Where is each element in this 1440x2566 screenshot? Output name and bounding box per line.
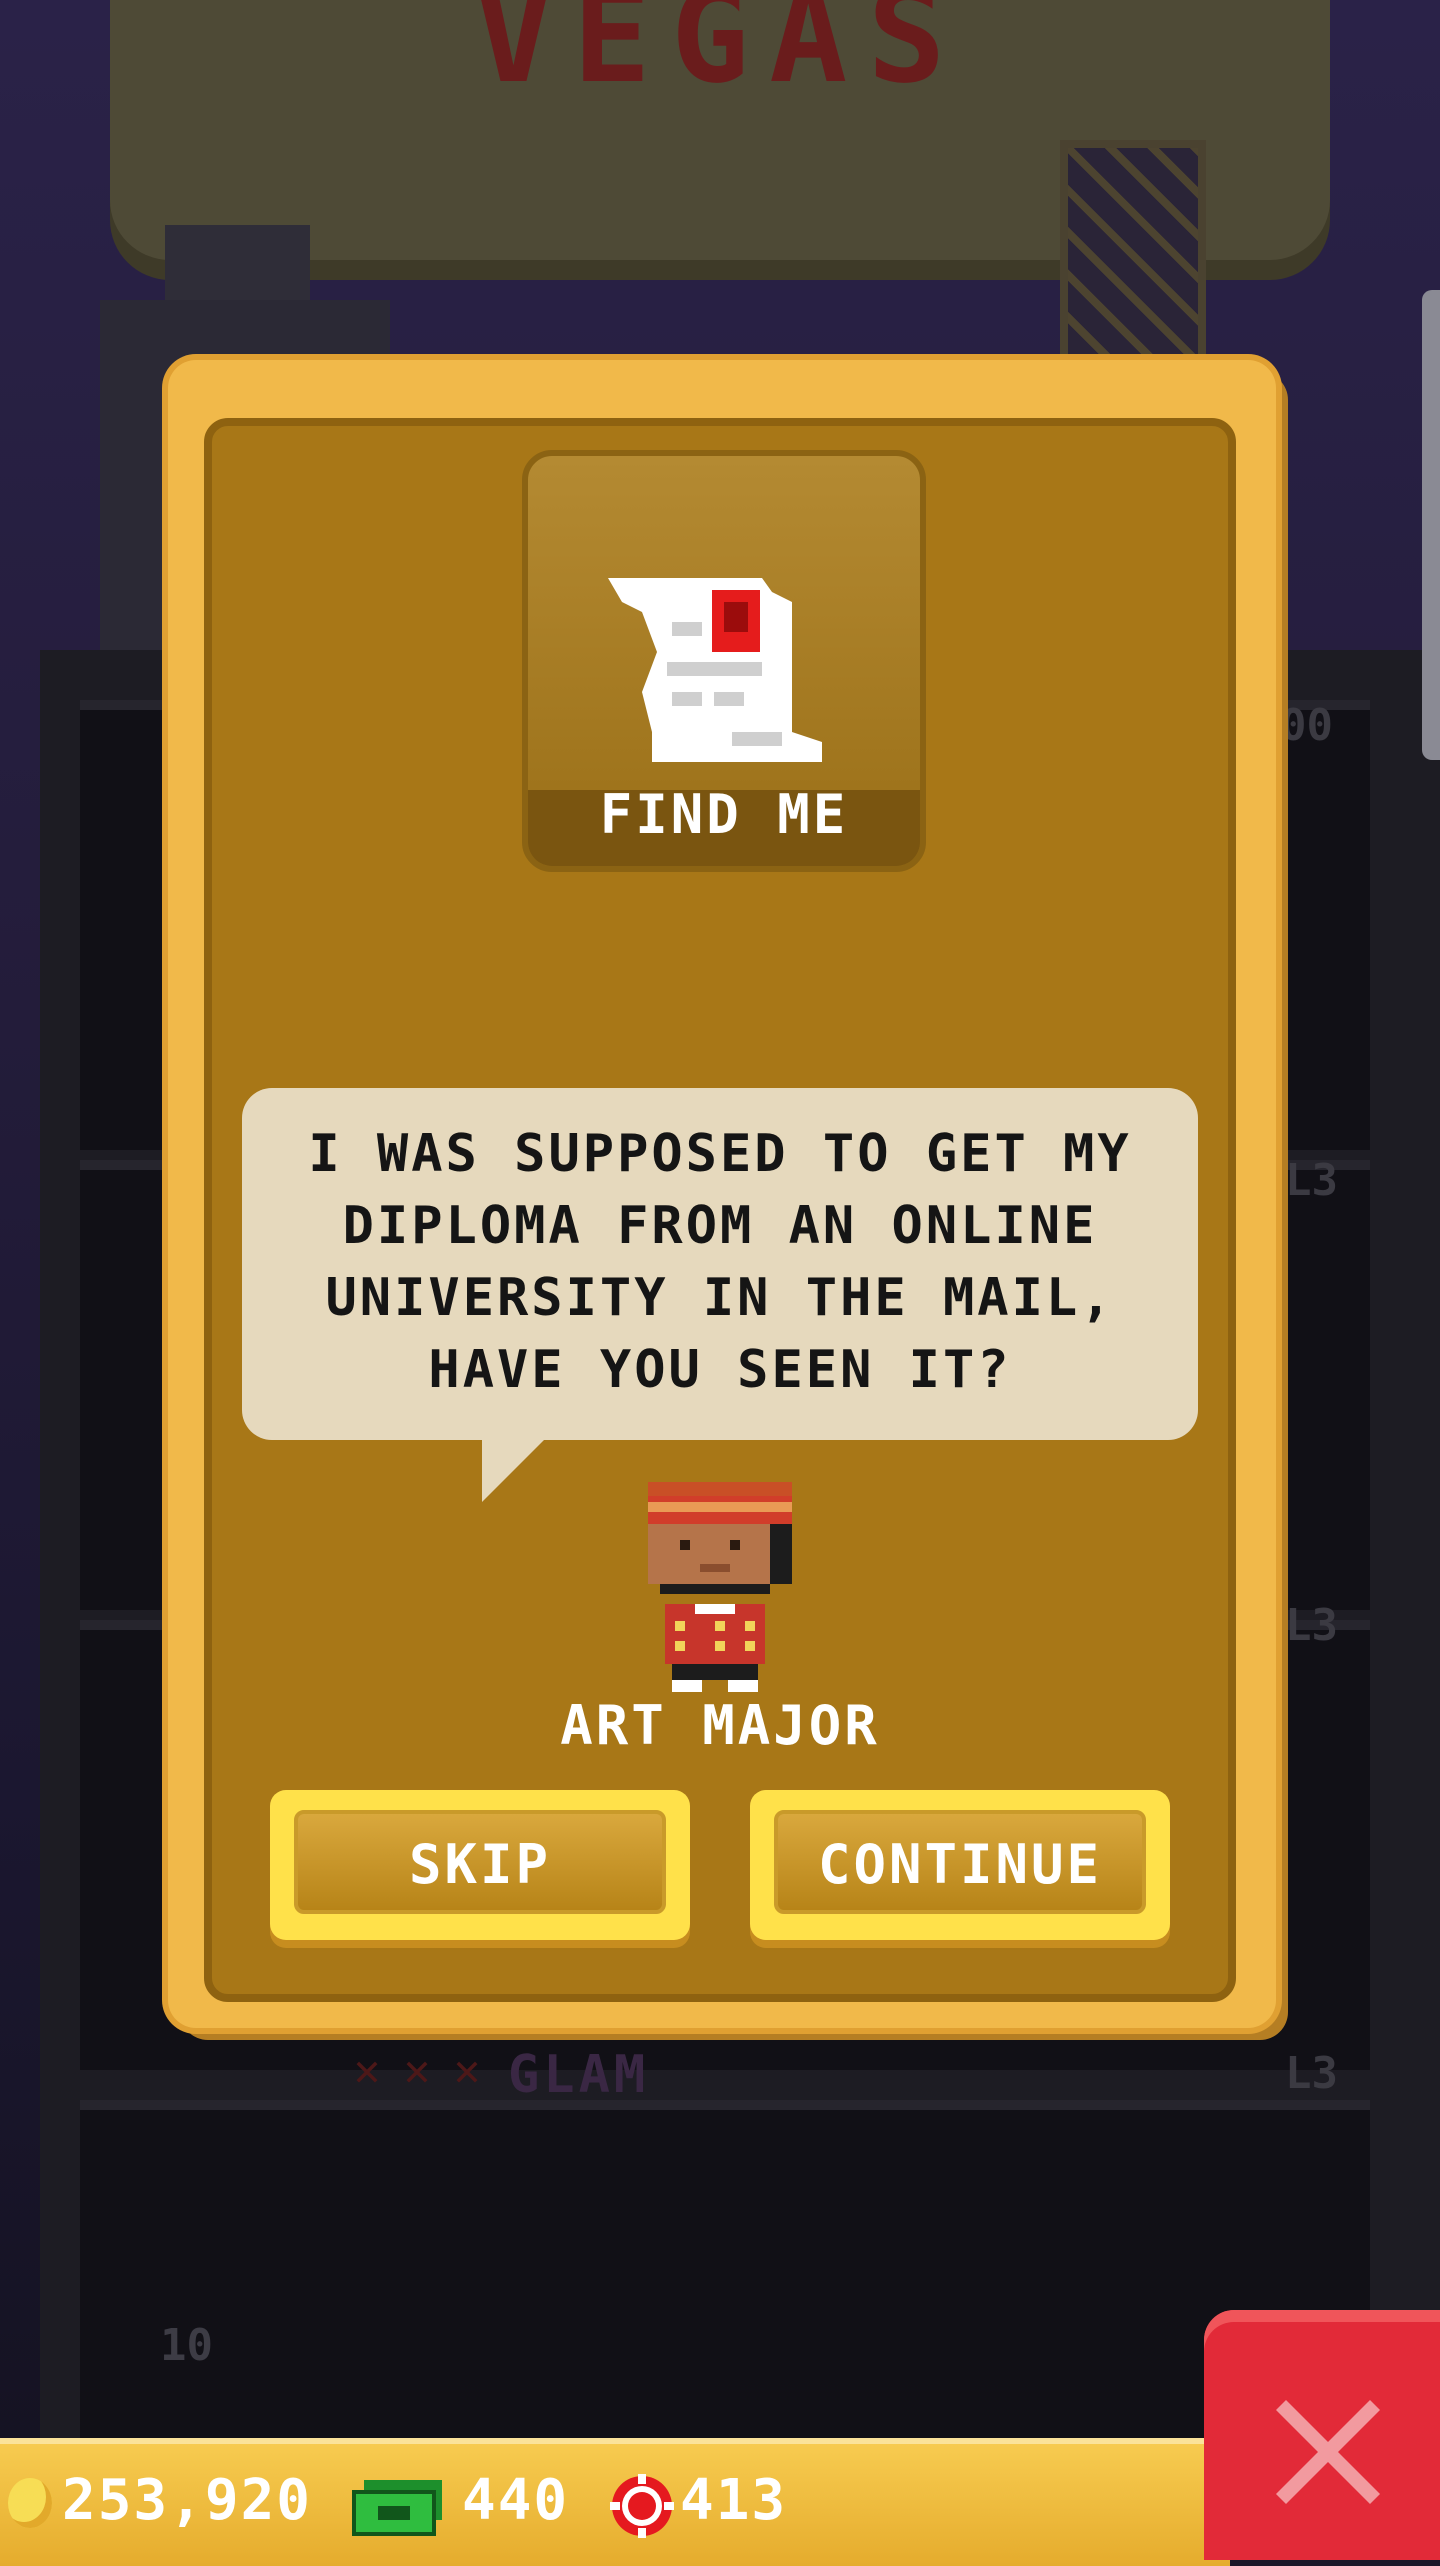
floor-x-mark: ✕ [353,2045,381,2096]
casino-chip-icon [610,2474,674,2538]
floor-glam [80,2100,1370,2440]
speech-text: I WAS SUPPOSED TO GET MY DIPLOMA FROM AN… [308,1124,1132,1400]
tower-bux-icon [352,2480,442,2536]
mission-title: FIND ME [599,783,849,846]
floor-x-mark: ✕ [403,2045,431,2096]
coin-icon [8,2478,52,2528]
character-sprite [648,1482,792,1692]
vegas-sign-text: VEGAS [474,0,966,112]
character-name: ART MAJOR [560,1694,880,1757]
speech-bubble-tail [482,1436,548,1502]
close-icon [1276,2400,1380,2504]
bux-count: 440 [462,2468,570,2533]
floor-label: 00 [1280,700,1333,751]
floor-name-glam: GLAM [508,2045,650,2105]
skip-button-label: SKIP [408,1833,552,1896]
floor-label: L3 [1285,1155,1338,1206]
continue-button-label: CONTINUE [817,1833,1103,1896]
coins-count: 253,920 [62,2468,313,2533]
side-scroll-handle[interactable] [1422,290,1440,760]
floor-label: L3 [1285,2048,1338,2099]
chips-count: 413 [680,2468,788,2533]
floor-label: L3 [1285,1600,1338,1651]
continue-button[interactable]: CONTINUE [750,1790,1170,1940]
floor-number: 10 [160,2320,213,2371]
skip-button[interactable]: SKIP [270,1790,690,1940]
scroll-icon [608,578,822,762]
floor-x-mark: ✕ [453,2045,481,2096]
